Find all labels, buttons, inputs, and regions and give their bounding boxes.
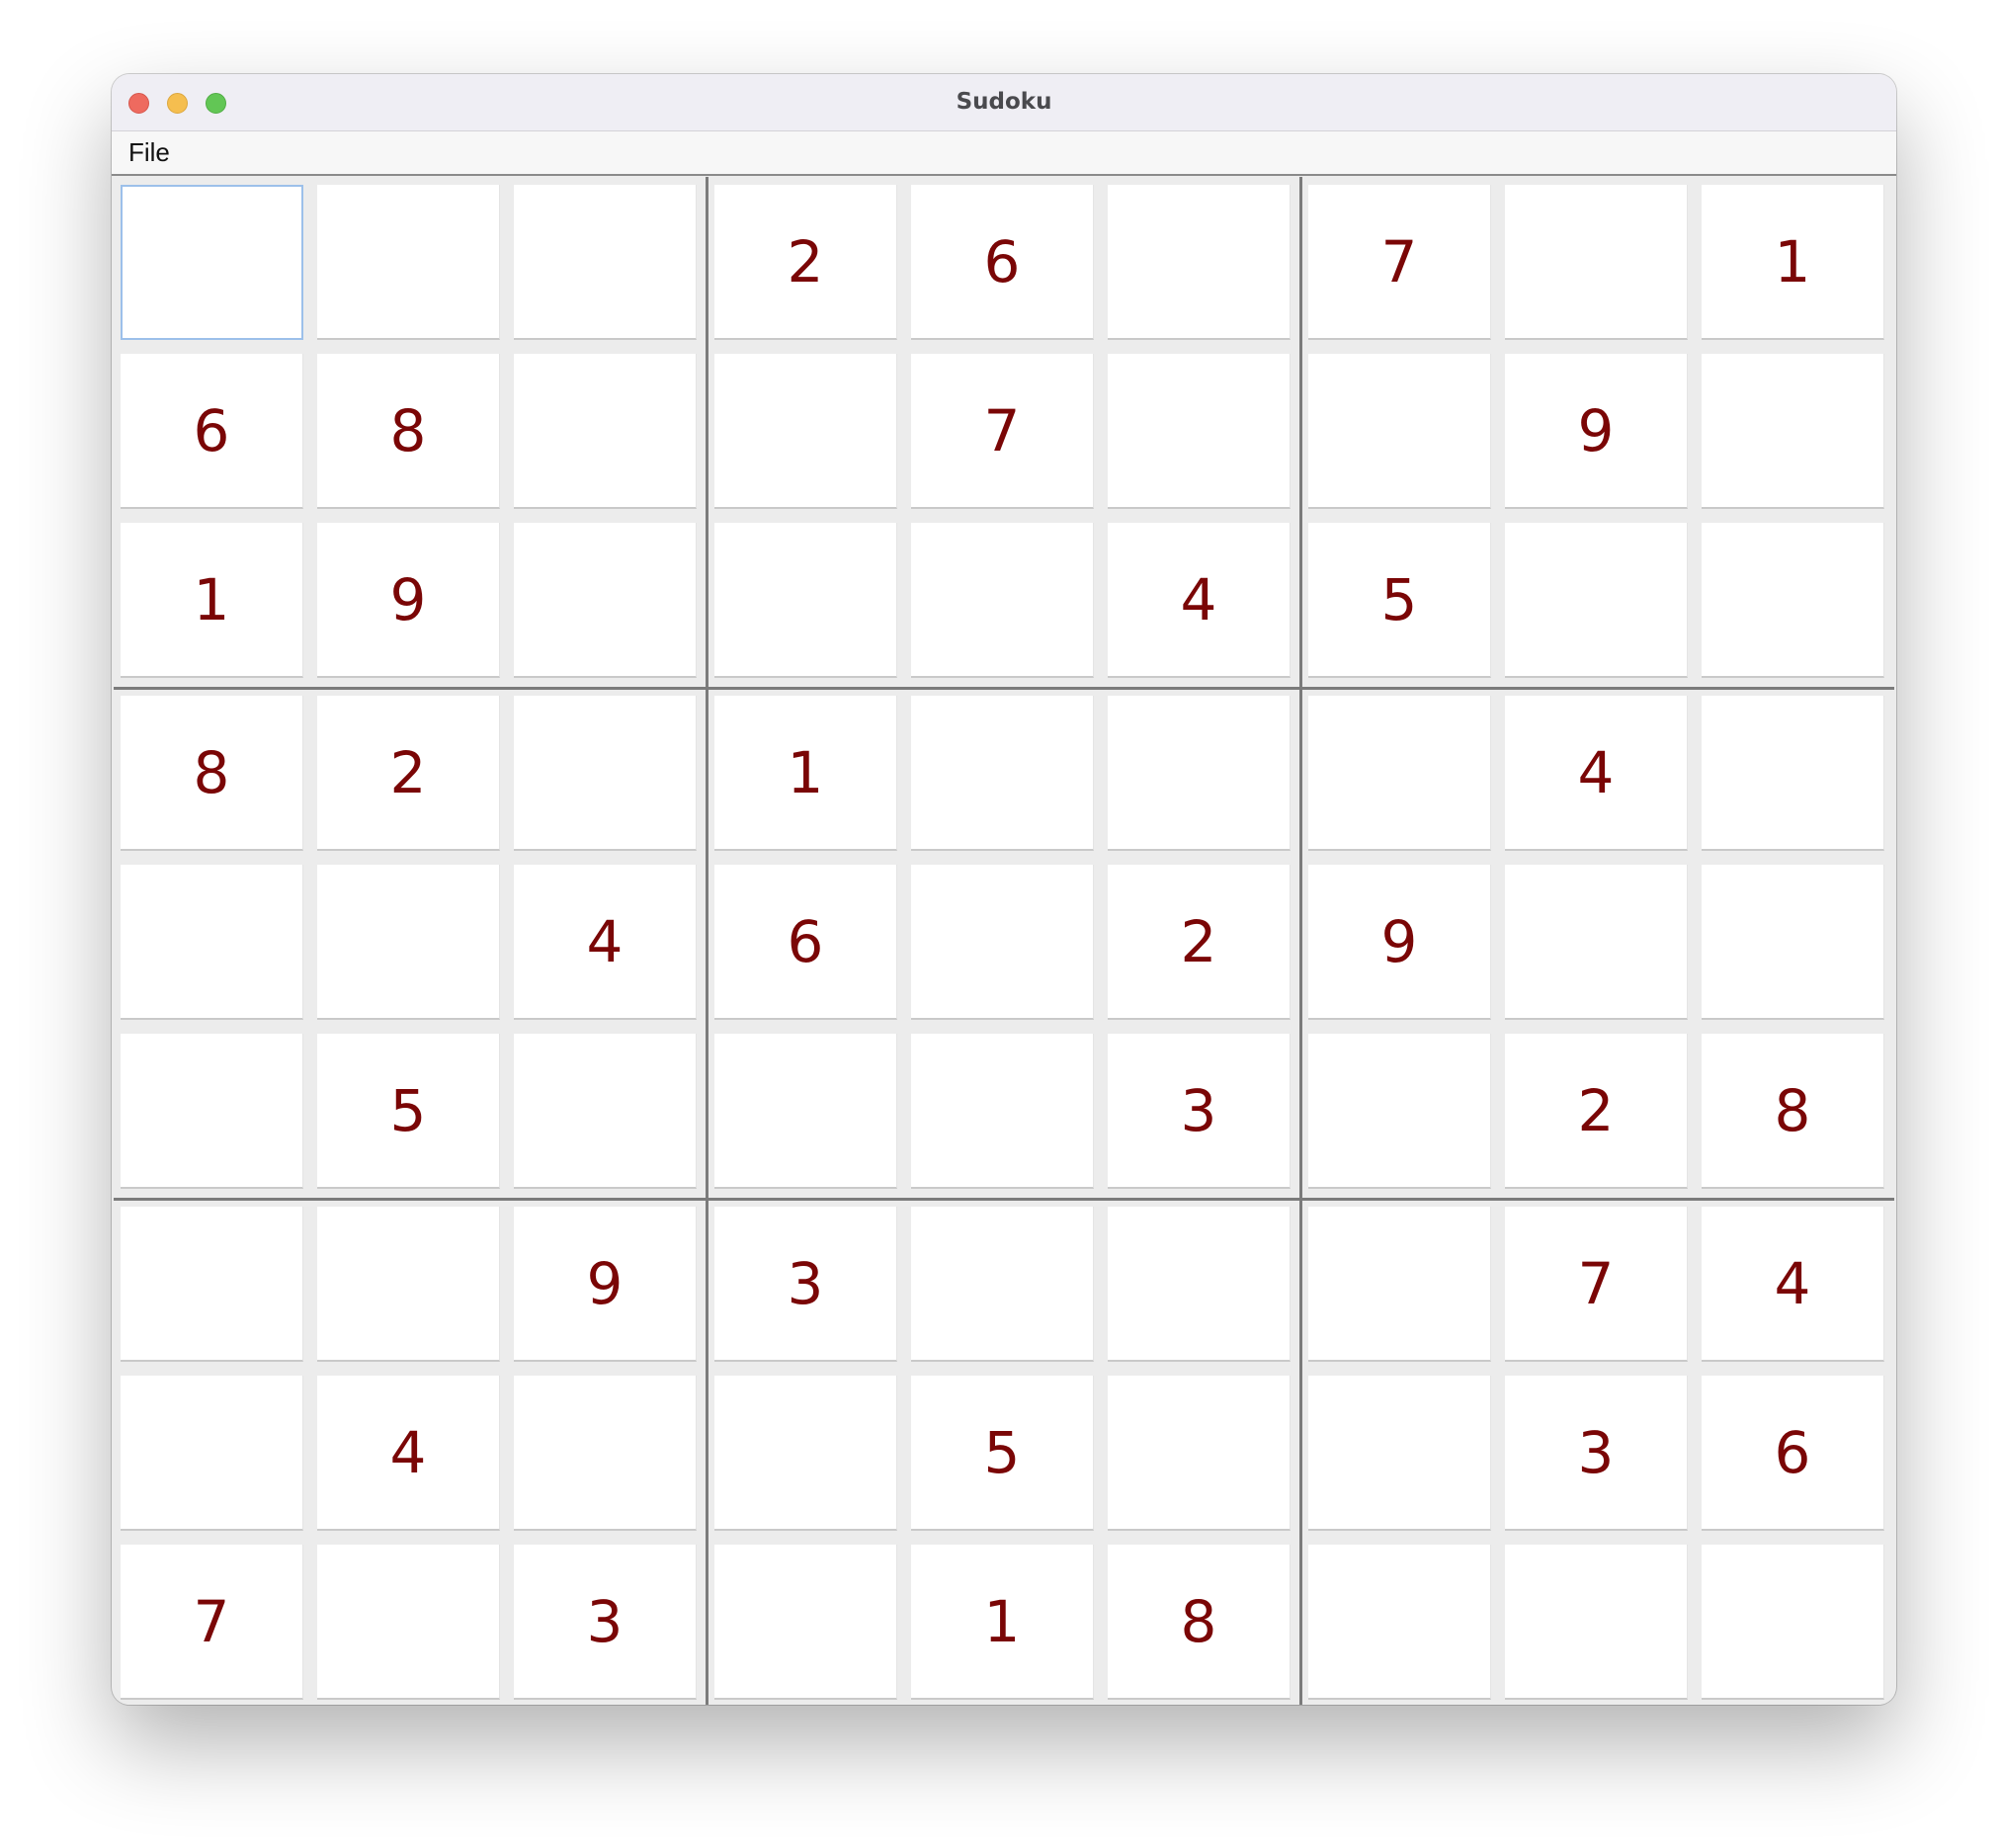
sudoku-cell[interactable]: 4 <box>514 865 697 1020</box>
sudoku-cell[interactable] <box>714 1376 897 1531</box>
sudoku-cell[interactable] <box>514 1034 697 1189</box>
sudoku-cell[interactable]: 2 <box>1108 865 1291 1020</box>
sudoku-cell[interactable] <box>1702 354 1884 509</box>
sudoku-cell[interactable]: 3 <box>1505 1376 1688 1531</box>
window-title: Sudoku <box>956 89 1052 115</box>
sudoku-cell[interactable]: 9 <box>317 523 500 678</box>
sudoku-cell[interactable] <box>1308 696 1491 851</box>
sudoku-cell[interactable] <box>1308 1207 1491 1362</box>
sudoku-cell[interactable]: 6 <box>121 354 303 509</box>
sudoku-cell[interactable]: 1 <box>714 696 897 851</box>
sudoku-cell[interactable] <box>317 185 500 340</box>
sudoku-cell[interactable] <box>1702 865 1884 1020</box>
sudoku-cell[interactable]: 9 <box>1505 354 1688 509</box>
sudoku-cell[interactable] <box>1108 1376 1291 1531</box>
sudoku-cell[interactable]: 4 <box>1108 523 1291 678</box>
sudoku-cell[interactable] <box>317 865 500 1020</box>
sudoku-cell[interactable]: 5 <box>317 1034 500 1189</box>
app-window: Sudoku File 2671687919458214462953289374… <box>112 74 1896 1705</box>
sudoku-cell[interactable]: 6 <box>911 185 1094 340</box>
sudoku-cell[interactable]: 3 <box>1108 1034 1291 1189</box>
sudoku-cell[interactable] <box>514 1376 697 1531</box>
sudoku-cell[interactable]: 9 <box>1308 865 1491 1020</box>
block-divider-horizontal <box>114 1198 1894 1201</box>
sudoku-cell[interactable] <box>1308 1376 1491 1531</box>
sudoku-cell[interactable] <box>1108 185 1291 340</box>
sudoku-cell[interactable]: 9 <box>514 1207 697 1362</box>
sudoku-cell[interactable] <box>1505 865 1688 1020</box>
sudoku-cell[interactable] <box>121 1034 303 1189</box>
block-divider-vertical <box>706 177 708 1705</box>
sudoku-cell[interactable]: 2 <box>714 185 897 340</box>
sudoku-cell[interactable]: 4 <box>317 1376 500 1531</box>
sudoku-cell[interactable] <box>514 696 697 851</box>
sudoku-cell[interactable] <box>911 1207 1094 1362</box>
sudoku-cell[interactable] <box>1702 696 1884 851</box>
sudoku-cell[interactable] <box>317 1207 500 1362</box>
sudoku-cell[interactable] <box>121 1376 303 1531</box>
sudoku-cell[interactable] <box>121 865 303 1020</box>
sudoku-cell[interactable]: 4 <box>1702 1207 1884 1362</box>
sudoku-cell[interactable]: 6 <box>1702 1376 1884 1531</box>
sudoku-cell[interactable]: 3 <box>714 1207 897 1362</box>
sudoku-cell[interactable] <box>714 1545 897 1700</box>
title-bar[interactable]: Sudoku <box>112 74 1896 131</box>
sudoku-cell[interactable] <box>121 1207 303 1362</box>
block-divider-horizontal <box>114 687 1894 690</box>
sudoku-cell[interactable] <box>1505 1545 1688 1700</box>
sudoku-cell[interactable]: 1 <box>1702 185 1884 340</box>
block-divider-vertical <box>1299 177 1302 1705</box>
sudoku-cell[interactable] <box>911 696 1094 851</box>
sudoku-cell[interactable]: 7 <box>1505 1207 1688 1362</box>
sudoku-cell[interactable] <box>1702 1545 1884 1700</box>
sudoku-cell[interactable]: 8 <box>317 354 500 509</box>
sudoku-cell[interactable]: 7 <box>121 1545 303 1700</box>
sudoku-cell[interactable] <box>1308 1034 1491 1189</box>
sudoku-cell[interactable] <box>121 185 303 340</box>
sudoku-cell[interactable]: 5 <box>1308 523 1491 678</box>
sudoku-cell[interactable]: 8 <box>1108 1545 1291 1700</box>
sudoku-cell[interactable] <box>514 185 697 340</box>
sudoku-cell[interactable]: 2 <box>1505 1034 1688 1189</box>
sudoku-cell[interactable] <box>1308 1545 1491 1700</box>
sudoku-cell[interactable]: 3 <box>514 1545 697 1700</box>
sudoku-cell[interactable]: 8 <box>1702 1034 1884 1189</box>
sudoku-cell[interactable] <box>911 523 1094 678</box>
sudoku-cell[interactable]: 2 <box>317 696 500 851</box>
sudoku-cell[interactable] <box>714 354 897 509</box>
sudoku-cell[interactable]: 4 <box>1505 696 1688 851</box>
sudoku-cell[interactable] <box>714 523 897 678</box>
sudoku-cell[interactable] <box>911 865 1094 1020</box>
sudoku-cell[interactable]: 6 <box>714 865 897 1020</box>
sudoku-cell[interactable]: 7 <box>1308 185 1491 340</box>
sudoku-cell[interactable]: 1 <box>911 1545 1094 1700</box>
sudoku-cell[interactable] <box>317 1545 500 1700</box>
sudoku-board: 267168791945821446295328937445367318 <box>114 177 1894 1705</box>
sudoku-cell[interactable]: 1 <box>121 523 303 678</box>
sudoku-cell[interactable]: 7 <box>911 354 1094 509</box>
sudoku-cell[interactable] <box>1308 354 1491 509</box>
sudoku-cell[interactable] <box>1108 696 1291 851</box>
file-menu[interactable]: File <box>128 131 170 174</box>
sudoku-cell[interactable] <box>1505 523 1688 678</box>
sudoku-cell[interactable] <box>714 1034 897 1189</box>
sudoku-cell[interactable] <box>1702 523 1884 678</box>
sudoku-cell[interactable]: 5 <box>911 1376 1094 1531</box>
sudoku-cell[interactable] <box>514 354 697 509</box>
sudoku-cell[interactable] <box>911 1034 1094 1189</box>
sudoku-cell[interactable] <box>514 523 697 678</box>
menu-bar: File <box>112 131 1896 176</box>
sudoku-cell[interactable] <box>1505 185 1688 340</box>
sudoku-cell[interactable] <box>1108 1207 1291 1362</box>
sudoku-cell[interactable] <box>1108 354 1291 509</box>
sudoku-cell[interactable]: 8 <box>121 696 303 851</box>
